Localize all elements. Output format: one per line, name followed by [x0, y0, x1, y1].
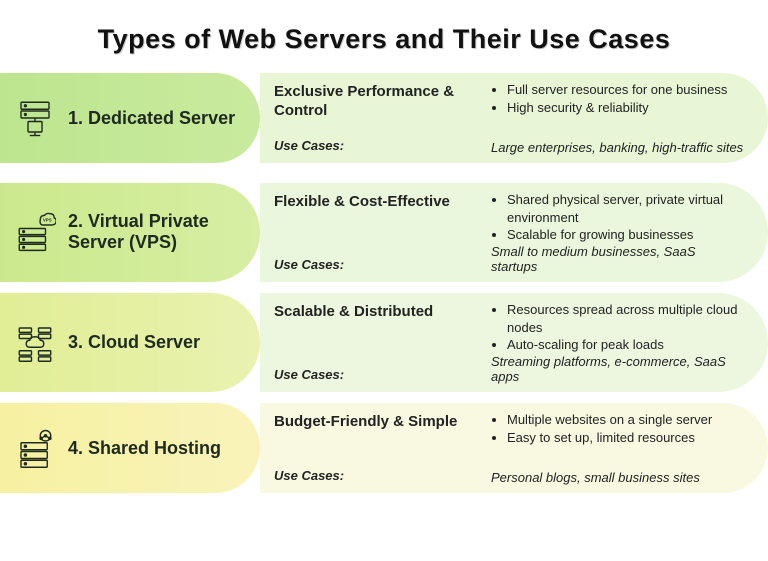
- cloud-server-icon: [14, 321, 56, 363]
- row-mid: Flexible & Cost-Effective Use Cases:: [274, 189, 489, 276]
- use-cases-label: Use Cases:: [274, 138, 489, 153]
- bullet-list: Multiple websites on a single server Eas…: [489, 411, 744, 446]
- server-type-row: 4. Shared Hosting Budget-Friendly & Simp…: [0, 403, 768, 493]
- row-heading: Scalable & Distributed: [274, 303, 489, 322]
- bullet-item: Shared physical server, private virtual …: [507, 191, 744, 226]
- pill-label: 2. Virtual Private Server (VPS): [68, 211, 238, 253]
- shared-hosting-icon: [14, 427, 56, 469]
- row-pill: VPS 2. Virtual Private Server (VPS): [0, 183, 260, 282]
- row-body: Flexible & Cost-Effective Use Cases: Sha…: [260, 183, 768, 282]
- use-cases-text: Streaming platforms, e-commerce, SaaS ap…: [489, 354, 744, 384]
- row-right: Full server resources for one business H…: [489, 79, 744, 157]
- row-pill: 1. Dedicated Server: [0, 73, 260, 163]
- row-body: Budget-Friendly & Simple Use Cases: Mult…: [260, 403, 768, 493]
- row-pill: 4. Shared Hosting: [0, 403, 260, 493]
- use-cases-text: Large enterprises, banking, high-traffic…: [489, 140, 744, 155]
- bullet-item: Easy to set up, limited resources: [507, 429, 744, 447]
- bullet-item: Resources spread across multiple cloud n…: [507, 301, 744, 336]
- bullet-item: High security & reliability: [507, 99, 744, 117]
- row-right: Multiple websites on a single server Eas…: [489, 409, 744, 487]
- pill-label: 1. Dedicated Server: [68, 108, 235, 129]
- row-mid: Exclusive Performance & Control Use Case…: [274, 79, 489, 157]
- row-body: Scalable & Distributed Use Cases: Resour…: [260, 293, 768, 392]
- server-type-row: 1. Dedicated Server Exclusive Performanc…: [0, 73, 768, 163]
- server-type-row: VPS 2. Virtual Private Server (VPS) Flex…: [0, 183, 768, 273]
- row-body: Exclusive Performance & Control Use Case…: [260, 73, 768, 163]
- use-cases-label: Use Cases:: [274, 468, 489, 483]
- row-mid: Scalable & Distributed Use Cases:: [274, 299, 489, 386]
- dedicated-server-icon: [14, 97, 56, 139]
- use-cases-label: Use Cases:: [274, 257, 489, 272]
- rows-list: 1. Dedicated Server Exclusive Performanc…: [0, 73, 768, 493]
- bullet-item: Scalable for growing businesses: [507, 226, 744, 244]
- row-right: Shared physical server, private virtual …: [489, 189, 744, 276]
- row-heading: Budget-Friendly & Simple: [274, 413, 489, 432]
- bullet-item: Auto-scaling for peak loads: [507, 336, 744, 354]
- row-pill: 3. Cloud Server: [0, 293, 260, 392]
- infographic-container: Types of Web Servers and Their Use Cases: [0, 0, 768, 493]
- use-cases-text: Small to medium businesses, SaaS startup…: [489, 244, 744, 274]
- row-heading: Exclusive Performance & Control: [274, 83, 489, 121]
- use-cases-text: Personal blogs, small business sites: [489, 470, 744, 485]
- server-type-row: 3. Cloud Server Scalable & Distributed U…: [0, 293, 768, 383]
- row-heading: Flexible & Cost-Effective: [274, 193, 489, 212]
- pill-label: 4. Shared Hosting: [68, 438, 221, 459]
- svg-text:VPS: VPS: [43, 218, 52, 223]
- pill-label: 3. Cloud Server: [68, 332, 200, 353]
- row-mid: Budget-Friendly & Simple Use Cases:: [274, 409, 489, 487]
- bullet-item: Full server resources for one business: [507, 81, 744, 99]
- bullet-list: Full server resources for one business H…: [489, 81, 744, 116]
- bullet-item: Multiple websites on a single server: [507, 411, 744, 429]
- row-right: Resources spread across multiple cloud n…: [489, 299, 744, 386]
- bullet-list: Shared physical server, private virtual …: [489, 191, 744, 244]
- vps-icon: VPS: [14, 211, 56, 253]
- page-title: Types of Web Servers and Their Use Cases: [0, 0, 768, 73]
- bullet-list: Resources spread across multiple cloud n…: [489, 301, 744, 354]
- use-cases-label: Use Cases:: [274, 367, 489, 382]
